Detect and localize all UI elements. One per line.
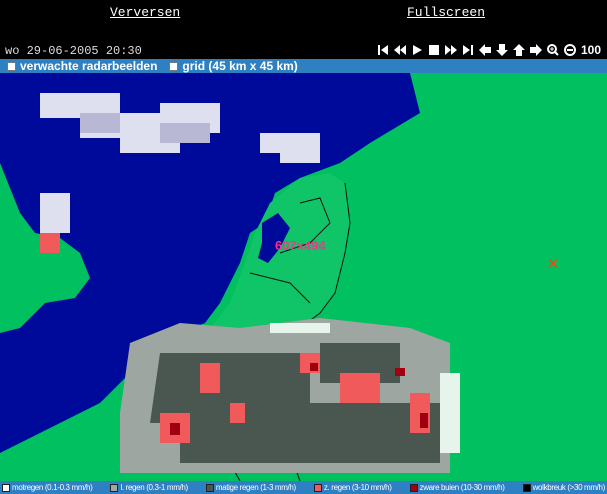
legend-swatch <box>205 483 214 492</box>
skip-last-icon[interactable] <box>462 44 474 56</box>
fullscreen-link[interactable]: Fullscreen <box>407 5 485 20</box>
fast-forward-icon[interactable] <box>444 44 457 56</box>
grid-checkbox[interactable]: grid (45 km x 45 km) <box>169 59 298 73</box>
forecast-label: verwachte radarbeelden <box>20 59 158 73</box>
legend-item: l. regen (0.3-1 mm/h) <box>110 483 188 492</box>
location-marker-icon[interactable]: × <box>547 253 559 275</box>
map-size-label: 607x494 <box>275 238 326 253</box>
zoom-out-icon[interactable] <box>563 44 576 56</box>
rewind-icon[interactable] <box>393 44 406 56</box>
legend-swatch <box>2 483 10 492</box>
legend-label: z. regen (3-10 mm/h) <box>323 483 392 492</box>
stop-icon[interactable] <box>428 44 440 56</box>
legend-label: l. regen (0.3-1 mm/h) <box>120 483 188 492</box>
legend-label: zware buien (10-30 mm/h) <box>419 483 505 492</box>
legend-item: zware buien (10-30 mm/h) <box>409 483 505 492</box>
precipitation-legend: motregen (0.1-0.3 mm/h) l. regen (0.3-1 m… <box>0 481 607 494</box>
play-icon[interactable] <box>411 44 423 56</box>
legend-item: matige regen (1-3 mm/h) <box>205 483 296 492</box>
legend-item: motregen (0.1-0.3 mm/h) <box>2 483 93 492</box>
options-bar: verwachte radarbeelden grid (45 km x 45 … <box>0 59 607 73</box>
legend-item: wolkbreuk (>30 mm/h) <box>522 483 606 492</box>
grid-label: grid (45 km x 45 km) <box>182 59 298 73</box>
legend-label: matige regen (1-3 mm/h) <box>215 483 296 492</box>
arrow-right-icon[interactable] <box>529 44 542 56</box>
legend-label: wolkbreuk (>30 mm/h) <box>532 483 606 492</box>
arrow-down-icon[interactable] <box>495 44 508 56</box>
legend-swatch <box>522 483 531 492</box>
radar-map[interactable]: 607x494 × <box>0 73 607 481</box>
playback-controls: 100 <box>377 43 601 57</box>
arrow-up-icon[interactable] <box>512 44 525 56</box>
refresh-link[interactable]: Verversen <box>110 5 180 20</box>
legend-swatch <box>409 483 418 492</box>
legend-swatch <box>313 483 322 492</box>
arrow-left-icon[interactable] <box>478 44 491 56</box>
radar-datetime: wo 29-06-2005 20:30 <box>5 44 142 58</box>
zoom-in-icon[interactable] <box>546 44 559 56</box>
checkbox-icon[interactable] <box>169 61 179 71</box>
checkbox-icon[interactable] <box>7 61 16 71</box>
legend-label: motregen (0.1-0.3 mm/h) <box>12 483 93 492</box>
zoom-level: 100 <box>580 43 601 57</box>
skip-first-icon[interactable] <box>377 44 389 56</box>
legend-item: z. regen (3-10 mm/h) <box>313 483 392 492</box>
forecast-checkbox[interactable]: verwachte radarbeelden <box>7 59 157 73</box>
legend-swatch <box>110 483 119 492</box>
